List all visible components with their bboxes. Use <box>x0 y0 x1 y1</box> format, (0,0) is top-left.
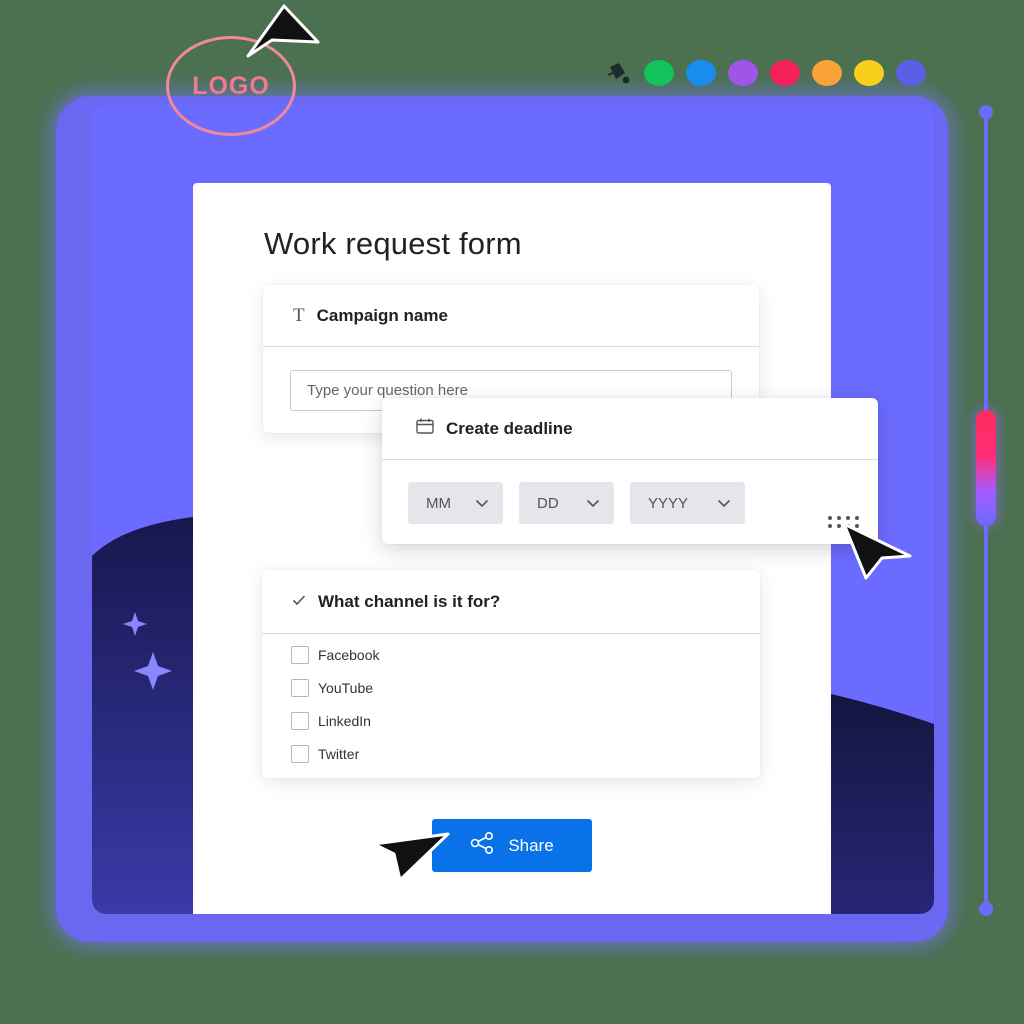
slider-bottom-handle[interactable] <box>979 902 993 916</box>
cursor-arrow-icon <box>372 832 450 882</box>
checkbox-linkedin[interactable] <box>291 712 309 730</box>
checkbox-youtube[interactable] <box>291 679 309 697</box>
swatch-blue[interactable] <box>686 60 716 86</box>
cursor-arrow-icon <box>842 522 912 580</box>
option-label: Twitter <box>318 746 360 762</box>
create-deadline-card[interactable]: Create deadline MM DD YYYY <box>382 398 878 544</box>
text-icon: T <box>293 304 305 326</box>
chevron-down-icon <box>586 495 600 512</box>
channel-card: What channel is it for? Facebook YouTube… <box>262 570 760 778</box>
option-label: YouTube <box>318 680 374 696</box>
slider-thumb[interactable] <box>976 410 996 526</box>
month-select[interactable]: MM <box>408 482 503 524</box>
swatch-red[interactable] <box>770 60 800 86</box>
share-icon <box>470 831 494 859</box>
color-palette <box>602 60 926 86</box>
slider-top-handle[interactable] <box>979 105 993 119</box>
option-label: LinkedIn <box>318 713 371 729</box>
deadline-header: Create deadline <box>382 398 878 460</box>
swatch-green[interactable] <box>644 60 674 86</box>
campaign-name-label: Campaign name <box>316 305 448 325</box>
swatch-indigo[interactable] <box>896 60 926 86</box>
campaign-name-header: T Campaign name <box>263 285 759 347</box>
option-linkedin[interactable]: LinkedIn <box>291 712 371 730</box>
logo-text: LOGO <box>192 71 270 100</box>
channel-label: What channel is it for? <box>318 591 501 611</box>
right-wave <box>831 694 934 914</box>
option-youtube[interactable]: YouTube <box>291 679 373 697</box>
option-twitter[interactable]: Twitter <box>291 745 359 763</box>
share-button[interactable]: Share <box>432 819 592 872</box>
page-title: Work request form <box>264 226 522 261</box>
share-label: Share <box>508 835 554 855</box>
day-select[interactable]: DD <box>519 482 614 524</box>
day-value: DD <box>537 494 559 512</box>
channel-header: What channel is it for? <box>262 570 760 634</box>
left-wave <box>92 517 193 914</box>
year-value: YYYY <box>648 494 689 512</box>
checkbox-twitter[interactable] <box>291 745 309 763</box>
check-icon <box>292 593 306 611</box>
chevron-down-icon <box>475 495 489 512</box>
cursor-arrow-icon <box>246 4 320 58</box>
option-facebook[interactable]: Facebook <box>291 646 379 664</box>
swatch-purple[interactable] <box>728 60 758 86</box>
deadline-label: Create deadline <box>446 418 573 438</box>
month-value: MM <box>426 494 451 512</box>
swatch-yellow[interactable] <box>854 60 884 86</box>
swatch-orange[interactable] <box>812 60 842 86</box>
calendar-icon <box>416 418 434 439</box>
option-label: Facebook <box>318 647 380 663</box>
chevron-down-icon <box>717 495 731 512</box>
year-select[interactable]: YYYY <box>630 482 745 524</box>
checkbox-facebook[interactable] <box>291 646 309 664</box>
paint-bucket-icon[interactable] <box>602 60 632 86</box>
